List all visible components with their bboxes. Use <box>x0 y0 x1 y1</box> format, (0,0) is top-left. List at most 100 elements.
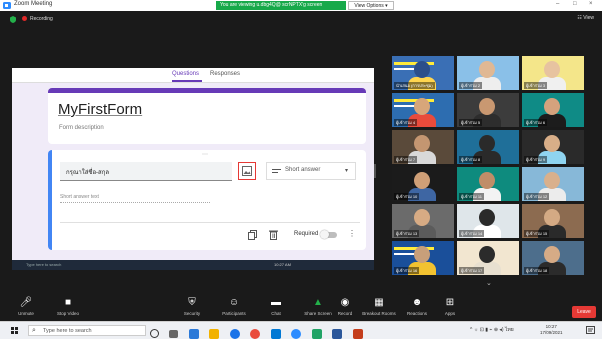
taskbar-search-input[interactable]: ⌕ Type here to search <box>28 325 146 336</box>
stop-video-button[interactable]: ■ Stop Video <box>46 297 90 316</box>
question-card: ⋯ กรุณาใส่ชื่อ-สกุล Short answer ▾ Short… <box>48 150 366 250</box>
windows-start-icon[interactable] <box>11 327 18 334</box>
system-tray[interactable]: ^ ☼ ⊡ ▮ ⌁ ⊕ ◂) ไทย <box>470 326 514 334</box>
remote-clock: 10:27 AM <box>274 262 291 267</box>
participant-tile[interactable]: ผู้เข้าร่วม 5 <box>457 93 519 127</box>
edge-icon[interactable] <box>188 328 199 339</box>
form-description[interactable]: Form description <box>59 125 104 131</box>
participant-name: ผู้เข้าร่วม 9 <box>524 156 548 163</box>
required-toggle[interactable] <box>320 230 337 239</box>
participant-face <box>414 61 430 78</box>
participant-name: ผู้เข้าร่วม 14 <box>459 230 485 237</box>
participant-name: ผู้เข้าร่วม 3 <box>524 82 548 89</box>
taskbar-app-icons <box>150 325 369 343</box>
unmute-button[interactable]: 🎤︎ Unmute <box>4 297 48 316</box>
split-divider-handle[interactable] <box>374 164 376 178</box>
tab-responses[interactable]: Responses <box>210 71 240 77</box>
participants-button[interactable]: ☺ Participants <box>212 297 256 316</box>
leave-button[interactable]: Leave <box>572 306 596 318</box>
close-button[interactable]: × <box>589 1 593 7</box>
participant-tile[interactable]: ผู้เข้าร่วม 18 <box>522 241 584 275</box>
drag-handle-icon[interactable]: ⋯ <box>202 151 208 158</box>
participant-tile[interactable]: ผู้เข้าร่วม 14 <box>457 204 519 238</box>
copy-icon[interactable] <box>248 230 257 240</box>
task-view-icon[interactable] <box>169 329 179 338</box>
word-icon[interactable] <box>332 328 343 339</box>
file-explorer-icon[interactable] <box>209 328 220 339</box>
participant-face <box>414 246 430 263</box>
microphone-icon: 🎤︎ <box>19 297 33 308</box>
tab-questions[interactable]: Questions <box>172 71 199 77</box>
participants-icon: ☺ <box>228 297 240 308</box>
participant-tile[interactable]: ผู้เข้าร่วม 3 <box>522 56 584 90</box>
question-footer-divider <box>60 222 360 223</box>
participant-tile[interactable]: ผู้เข้าร่วม 10 <box>392 167 454 201</box>
question-type-select[interactable]: Short answer ▾ <box>266 162 356 180</box>
participant-tile[interactable]: ผู้เข้าร่วม 16 <box>392 241 454 275</box>
participant-tile[interactable]: นำเสนอ (การประชุม) <box>392 56 454 90</box>
participant-face <box>544 172 560 189</box>
minimize-button[interactable]: – <box>556 1 559 7</box>
search-icon: ⌕ <box>32 327 36 334</box>
apps-icon: ⊞ <box>445 297 455 308</box>
participant-tile[interactable]: ผู้เข้าร่วม 4 <box>392 93 454 127</box>
short-answer-icon <box>272 169 281 173</box>
excel-icon[interactable] <box>311 328 322 339</box>
required-label: Required <box>294 231 319 237</box>
participant-name: ผู้เข้าร่วม 10 <box>394 193 420 200</box>
short-answer-placeholder: Short answer text <box>60 194 210 203</box>
participant-name: ผู้เข้าร่วม 16 <box>394 267 420 274</box>
participant-tile[interactable]: ผู้เข้าร่วม 17 <box>457 241 519 275</box>
participant-name: ผู้เข้าร่วม 11 <box>459 193 484 200</box>
clock-date: 17/09/2021 <box>540 330 563 335</box>
form-title[interactable]: MyFirstForm <box>58 101 142 118</box>
participant-tile[interactable]: ผู้เข้าร่วม 9 <box>522 130 584 164</box>
chrome-alt-icon[interactable] <box>250 328 261 339</box>
apps-button[interactable]: ⊞ Apps <box>428 297 472 316</box>
form-tabs-bar: Questions Responses <box>12 68 374 83</box>
participant-name: นำเสนอ (การประชุม) <box>394 82 435 89</box>
chat-icon: ▬ <box>271 297 281 308</box>
participant-tile[interactable]: ผู้เข้าร่วม 15 <box>522 204 584 238</box>
participant-tile[interactable]: ผู้เข้าร่วม 2 <box>457 56 519 90</box>
participant-tile[interactable]: ผู้เข้าร่วม 6 <box>522 93 584 127</box>
participant-tile[interactable]: ผู้เข้าร่วม 8 <box>457 130 519 164</box>
control-label: Stop Video <box>57 311 79 316</box>
active-tab-underline <box>172 80 202 82</box>
chrome-icon[interactable] <box>229 328 240 339</box>
participant-tile[interactable]: ผู้เข้าร่วม 7 <box>392 130 454 164</box>
record-dot-icon <box>22 16 27 22</box>
participant-name: ผู้เข้าร่วม 15 <box>524 230 550 237</box>
zoom-app-icon[interactable] <box>291 328 302 339</box>
participant-tile[interactable]: ผู้เข้าร่วม 12 <box>522 167 584 201</box>
view-options-button[interactable]: View Options ▾ <box>348 1 394 10</box>
shield-icon: ⛨ <box>188 297 196 308</box>
view-button[interactable]: ☷ View <box>577 15 594 21</box>
maximize-button[interactable]: □ <box>573 1 577 7</box>
recording-indicator: Recording <box>22 16 53 22</box>
chat-button[interactable]: ▬ Chat <box>254 297 298 316</box>
form-title-card: MyFirstForm Form description <box>48 88 366 144</box>
participant-face <box>544 61 560 78</box>
powerpoint-icon[interactable] <box>352 328 363 339</box>
notifications-icon[interactable] <box>586 326 595 335</box>
more-options-icon[interactable]: ⋮ <box>348 229 356 238</box>
participant-face <box>414 209 430 226</box>
taskbar-clock[interactable]: 10:27 17/09/2021 <box>540 324 563 336</box>
delete-icon[interactable] <box>269 230 278 240</box>
mail-icon[interactable] <box>270 328 281 339</box>
question-input[interactable]: กรุณาใส่ชื่อ-สกุล <box>60 162 232 181</box>
control-label: Unmute <box>18 311 34 316</box>
chevron-down-icon[interactable]: ⌄ <box>486 279 492 287</box>
shield-icon[interactable] <box>10 16 16 23</box>
participant-face <box>414 172 430 189</box>
participant-name: ผู้เข้าร่วม 5 <box>459 119 483 126</box>
participant-face <box>479 246 495 263</box>
participant-tile[interactable]: ผู้เข้าร่วม 13 <box>392 204 454 238</box>
zoom-logo-icon <box>3 2 11 9</box>
cortana-icon[interactable] <box>150 329 159 339</box>
participant-tile[interactable]: ผู้เข้าร่วม 11 <box>457 167 519 201</box>
add-image-button[interactable] <box>238 162 256 180</box>
question-type-label: Short answer <box>285 167 321 173</box>
security-button[interactable]: ⛨ Security <box>170 297 214 316</box>
